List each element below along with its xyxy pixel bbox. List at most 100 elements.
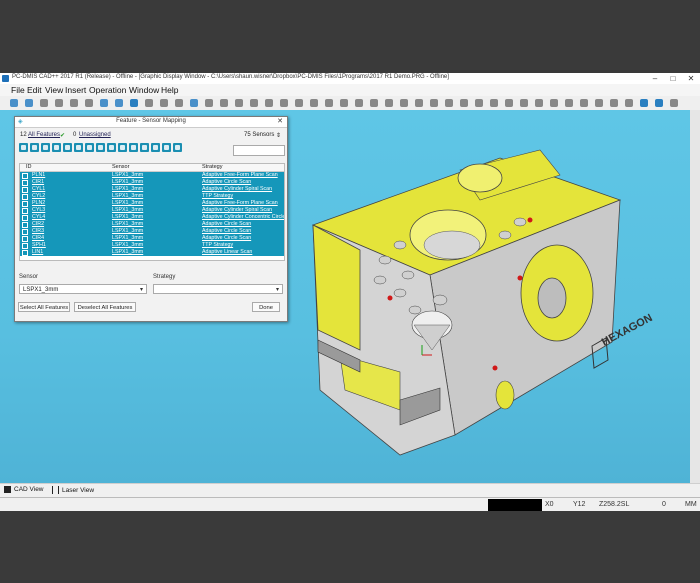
col-sensor[interactable]: Sensor (112, 164, 129, 170)
toolbar-button-icon[interactable] (175, 99, 183, 107)
col-id[interactable]: ID (26, 164, 32, 170)
filter-slot-icon[interactable] (74, 143, 83, 152)
toolbar-button-icon[interactable] (280, 99, 288, 107)
toolbar-button-icon[interactable] (145, 99, 153, 107)
filter-cylinder-icon[interactable] (41, 143, 50, 152)
close-button[interactable]: ✕ (682, 73, 700, 84)
unassigned-link[interactable]: Unassigned (79, 132, 111, 138)
done-button[interactable]: Done (252, 302, 280, 312)
toolbar-button-icon[interactable] (85, 99, 93, 107)
toolbar-button-icon[interactable] (595, 99, 603, 107)
toolbar-button-icon[interactable] (490, 99, 498, 107)
toolbar-button-icon[interactable] (625, 99, 633, 107)
toolbar-button-icon[interactable] (265, 99, 273, 107)
toolbar-button-icon[interactable] (235, 99, 243, 107)
toolbar-button-icon[interactable] (400, 99, 408, 107)
menu-operation[interactable]: Operation (89, 85, 126, 95)
select-all-button[interactable]: Select All Features (18, 302, 70, 312)
menu-edit[interactable]: Edit (27, 85, 42, 95)
toolbar-button-icon[interactable] (160, 99, 168, 107)
toolbar-button-icon[interactable] (385, 99, 393, 107)
toolbar-button-icon[interactable] (325, 99, 333, 107)
sensor-select[interactable]: LSPX1_3mm ▾ (19, 284, 147, 294)
table-row[interactable]: CIR1 LSPX1_3mm Adaptive Circle Scan (20, 179, 284, 186)
filter-cone-icon[interactable] (52, 143, 61, 152)
toolbar-button-icon[interactable] (55, 99, 63, 107)
toolbar-button-icon[interactable] (445, 99, 453, 107)
filter-surface-icon[interactable] (118, 143, 127, 152)
toolbar-button-icon[interactable] (295, 99, 303, 107)
tab-cad-view[interactable]: CAD View (4, 486, 44, 493)
table-row[interactable]: CYL3 LSPX1_3mm Adaptive Cylinder Spiral Sc… (20, 207, 284, 214)
toolbar-button-icon[interactable] (640, 99, 648, 107)
filter-edge-icon[interactable] (107, 143, 116, 152)
table-row[interactable]: CIR3 LSPX1_3mm Adaptive Circle Scan (20, 228, 284, 235)
toolbar-button-icon[interactable] (580, 99, 588, 107)
toolbar-button-icon[interactable] (190, 99, 198, 107)
toolbar-button-icon[interactable] (610, 99, 618, 107)
menu-insert[interactable]: Insert (65, 85, 86, 95)
toolbar-button-icon[interactable] (340, 99, 348, 107)
menu-file[interactable]: File (11, 85, 25, 95)
filter-curve-icon[interactable] (140, 143, 149, 152)
toolbar-button-icon[interactable] (220, 99, 228, 107)
toolbar-button-icon[interactable] (205, 99, 213, 107)
table-row[interactable]: LIN1 LSPX1_3mm Adaptive Linear Scan (20, 249, 284, 256)
menu-view[interactable]: View (45, 85, 63, 95)
toolbar-button-icon[interactable] (565, 99, 573, 107)
filter-sphere-icon[interactable] (63, 143, 72, 152)
toolbar-button-icon[interactable] (70, 99, 78, 107)
all-features-link[interactable]: All Features (28, 132, 60, 138)
row-checkbox[interactable] (22, 250, 28, 256)
toolbar-button-icon[interactable] (130, 99, 138, 107)
toolbar-button-icon[interactable] (655, 99, 663, 107)
maximize-button[interactable]: □ (664, 73, 682, 84)
toolbar-button-icon[interactable] (370, 99, 378, 107)
feature-search-input[interactable] (233, 145, 285, 156)
table-row[interactable]: CIR4 LSPX1_3mm Adaptive Circle Scan (20, 235, 284, 242)
toolbar-button-icon[interactable] (505, 99, 513, 107)
tab-laser-view[interactable]: Laser View (52, 486, 94, 494)
strategy-select[interactable]: ▾ (153, 284, 283, 294)
minimize-button[interactable]: – (646, 73, 664, 84)
table-row[interactable]: PLN2 LSPX1_3mm Adaptive Free-Form Plane Sc… (20, 200, 284, 207)
toolbar-button-icon[interactable] (355, 99, 363, 107)
toolbar-button-icon[interactable] (310, 99, 318, 107)
toolbar-button-icon[interactable] (520, 99, 528, 107)
filter-plane-icon[interactable] (19, 143, 28, 152)
toolbar-button-icon[interactable] (25, 99, 33, 107)
vertical-scrollbar[interactable] (690, 110, 700, 483)
filter-torus-icon[interactable] (151, 143, 160, 152)
table-row[interactable]: SPH1 LSPX1_3mm TTP Strategy (20, 242, 284, 249)
toolbar-button-icon[interactable] (115, 99, 123, 107)
filter-point-icon[interactable] (96, 143, 105, 152)
filter-line-icon[interactable] (85, 143, 94, 152)
toolbar-button-icon[interactable] (535, 99, 543, 107)
table-row[interactable]: CYL4 LSPX1_3mm Adaptive Cylinder Concentri… (20, 214, 284, 221)
filter-width-icon[interactable] (162, 143, 171, 152)
table-row[interactable]: CYL2 LSPX1_3mm TTP Strategy (20, 193, 284, 200)
toolbar-button-icon[interactable] (10, 99, 18, 107)
toolbar-button-icon[interactable] (670, 99, 678, 107)
toolbar-button-icon[interactable] (430, 99, 438, 107)
menu-help[interactable]: Help (161, 85, 178, 95)
col-strategy[interactable]: Strategy (202, 164, 222, 170)
toolbar-button-icon[interactable] (40, 99, 48, 107)
toolbar-button-icon[interactable] (415, 99, 423, 107)
toolbar-button-icon[interactable] (460, 99, 468, 107)
table-row[interactable]: PLN1 LSPX1_3mm Adaptive Free-Form Plane Sc… (20, 172, 284, 179)
toolbar-button-icon[interactable] (475, 99, 483, 107)
table-row[interactable]: CIR2 LSPX1_3mm Adaptive Circle Scan (20, 221, 284, 228)
sensors-sort-icon[interactable]: ⇕ (276, 132, 281, 139)
filter-circle-icon[interactable] (30, 143, 39, 152)
table-row[interactable]: CYL1 LSPX1_3mm Adaptive Cylinder Spiral Sc… (20, 186, 284, 193)
deselect-all-button[interactable]: Deselect All Features (74, 302, 136, 312)
cell-id: CYL2 (32, 193, 46, 199)
toolbar-button-icon[interactable] (100, 99, 108, 107)
menu-window[interactable]: Window (129, 85, 159, 95)
toolbar-button-icon[interactable] (250, 99, 258, 107)
toolbar-button-icon[interactable] (550, 99, 558, 107)
dialog-close-button[interactable]: ✕ (277, 117, 283, 125)
filter-polygon-icon[interactable] (129, 143, 138, 152)
filter-set-icon[interactable] (173, 143, 182, 152)
